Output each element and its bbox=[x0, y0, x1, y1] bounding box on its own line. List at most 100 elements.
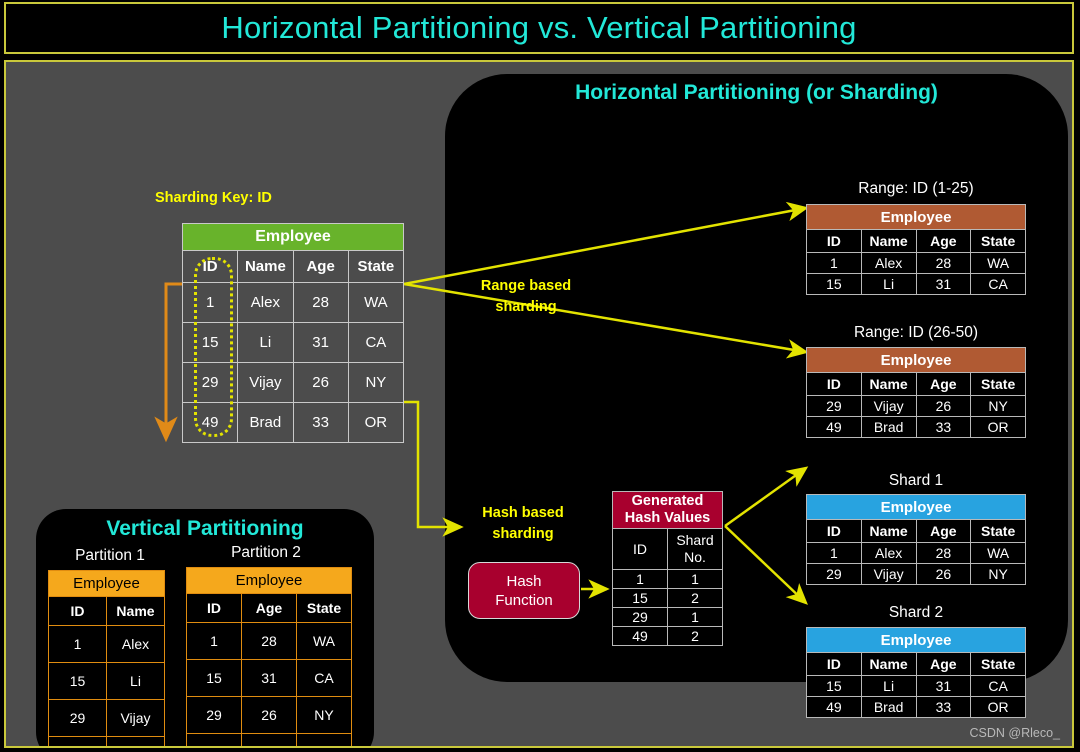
cell-age: 33 bbox=[292, 402, 349, 443]
page-title: Horizontal Partitioning vs. Vertical Par… bbox=[221, 10, 857, 45]
cell-age: 26 bbox=[915, 395, 972, 417]
table-row: 29 26 NY bbox=[186, 696, 352, 734]
cell-shard-no: 1 bbox=[667, 569, 723, 589]
cell-name: Li bbox=[860, 675, 917, 697]
hash-caption-line2: Hash Values bbox=[624, 510, 711, 526]
header-name: Name bbox=[860, 372, 917, 396]
table-row: 1 Alex bbox=[48, 625, 165, 663]
table-row: 29 Vijay 26 NY bbox=[806, 395, 1026, 417]
slide-root: Horizontal Partitioning vs. Vertical Par… bbox=[0, 0, 1080, 752]
title-bar: Horizontal Partitioning vs. Vertical Par… bbox=[4, 2, 1074, 54]
cell-id: 49 bbox=[186, 733, 242, 746]
sharding-key-highlight bbox=[194, 257, 233, 437]
header-state: State bbox=[970, 372, 1026, 396]
cell-age: 26 bbox=[241, 696, 297, 734]
cell-id: 15 bbox=[612, 588, 668, 608]
cell-state: NY bbox=[347, 362, 405, 403]
table-row: 15 Li bbox=[48, 662, 165, 700]
table-caption-row: Employee bbox=[806, 204, 1026, 230]
range-table-1-label: Range: ID (1-25) bbox=[858, 180, 974, 197]
cell-shard-no: 2 bbox=[667, 626, 723, 646]
cell-id: 1 bbox=[806, 542, 862, 564]
cell-state: WA bbox=[970, 542, 1026, 564]
horizontal-partitioning-title: Horizontal Partitioning (or Sharding) bbox=[575, 81, 938, 104]
table-row: 29 1 bbox=[612, 607, 723, 627]
header-state: State bbox=[296, 593, 352, 623]
cell-age: 26 bbox=[915, 563, 972, 585]
cell-state: CA bbox=[970, 675, 1026, 697]
header-state: State bbox=[970, 652, 1026, 676]
table-row: 29 Vijay 26 NY bbox=[806, 563, 1026, 585]
header-age: Age bbox=[915, 652, 972, 676]
cell-id: 1 bbox=[186, 622, 242, 660]
table-row: 1 Alex 28 WA bbox=[806, 542, 1026, 564]
partition-1-caption: Employee bbox=[48, 570, 165, 597]
table-header-row: ID Name Age State bbox=[806, 519, 1026, 543]
cell-state: NY bbox=[970, 395, 1026, 417]
cell-name: Vijay bbox=[860, 563, 917, 585]
header-age: Age bbox=[915, 372, 972, 396]
cell-name: Brad bbox=[237, 402, 294, 443]
cell-id: 29 bbox=[806, 563, 862, 585]
hash-header-line2: No. bbox=[684, 549, 706, 565]
partition-1-label: Partition 1 bbox=[75, 547, 145, 564]
header-age: Age bbox=[915, 229, 972, 253]
cell-id: 1 bbox=[48, 625, 107, 663]
cell-id: 49 bbox=[806, 416, 862, 438]
table-caption-row: Employee bbox=[806, 347, 1026, 373]
range-table-2: Employee ID Name Age State 29 Vijay 26 N… bbox=[806, 347, 1026, 438]
table-caption-row: Generated Hash Values bbox=[612, 491, 723, 529]
cell-age: 33 bbox=[915, 416, 972, 438]
shard-table-2-label: Shard 2 bbox=[888, 604, 944, 621]
hash-table-caption: Generated Hash Values bbox=[612, 491, 723, 529]
range-table-2-caption: Employee bbox=[806, 347, 1026, 373]
cell-state: OR bbox=[347, 402, 405, 443]
table-header-row: ID Name Age State bbox=[806, 652, 1026, 676]
hash-box-line1: Hash bbox=[506, 572, 542, 590]
header-id: ID bbox=[48, 596, 107, 626]
table-caption-row: Employee bbox=[186, 567, 352, 594]
header-age: Age bbox=[241, 593, 297, 623]
partition-2-label: Partition 2 bbox=[231, 544, 301, 561]
table-row: 1 Alex 28 WA bbox=[806, 252, 1026, 274]
hash-based-sharding-label: Hash based sharding bbox=[463, 503, 583, 545]
range-table-2-label: Range: ID (26-50) bbox=[853, 324, 979, 341]
vertical-partitioning-title: Vertical Partitioning bbox=[106, 517, 304, 540]
hash-header-id: ID bbox=[612, 528, 668, 570]
table-row: 15 Li 31 CA bbox=[806, 675, 1026, 697]
cell-state: NY bbox=[970, 563, 1026, 585]
table-header-row: ID Name Age State bbox=[806, 372, 1026, 396]
partition-2-table: Employee ID Age State 1 28 WA 15 31 CA 2… bbox=[186, 567, 352, 746]
cell-name: Li bbox=[106, 662, 165, 700]
cell-name: Alex bbox=[860, 252, 917, 274]
cell-state: CA bbox=[296, 659, 352, 697]
header-age: Age bbox=[915, 519, 972, 543]
header-name: Name bbox=[106, 596, 165, 626]
cell-id: 15 bbox=[186, 659, 242, 697]
shard-table-2: Employee ID Name Age State 15 Li 31 CA 4… bbox=[806, 627, 1026, 718]
partition-1-table: Employee ID Name 1 Alex 15 Li 29 Vijay bbox=[48, 570, 165, 746]
hash-box-line2: Function bbox=[495, 591, 553, 609]
cell-state: OR bbox=[296, 733, 352, 746]
cell-state: WA bbox=[347, 282, 405, 323]
cell-name: Vijay bbox=[106, 699, 165, 737]
cell-name: Li bbox=[860, 273, 917, 295]
cell-id: 29 bbox=[806, 395, 862, 417]
header-id: ID bbox=[186, 593, 242, 623]
table-row: 1 1 bbox=[612, 569, 723, 589]
table-row: 49 Brad bbox=[48, 736, 165, 746]
cell-name: Vijay bbox=[860, 395, 917, 417]
cell-state: NY bbox=[296, 696, 352, 734]
cell-id: 29 bbox=[48, 699, 107, 737]
watermark: CSDN @Rleco_ bbox=[969, 726, 1061, 740]
cell-age: 31 bbox=[292, 322, 349, 363]
table-header-row: ID Age State bbox=[186, 593, 352, 623]
cell-name: Li bbox=[237, 322, 294, 363]
diagram-canvas: Horizontal Partitioning (or Sharding) Ve… bbox=[4, 60, 1074, 748]
hash-caption-line1: Generated bbox=[631, 493, 704, 509]
table-row: 1 28 WA bbox=[186, 622, 352, 660]
hash-function-box: Hash Function bbox=[468, 562, 580, 619]
cell-age: 33 bbox=[915, 696, 972, 718]
cell-state: CA bbox=[970, 273, 1026, 295]
cell-id: 49 bbox=[48, 736, 107, 746]
